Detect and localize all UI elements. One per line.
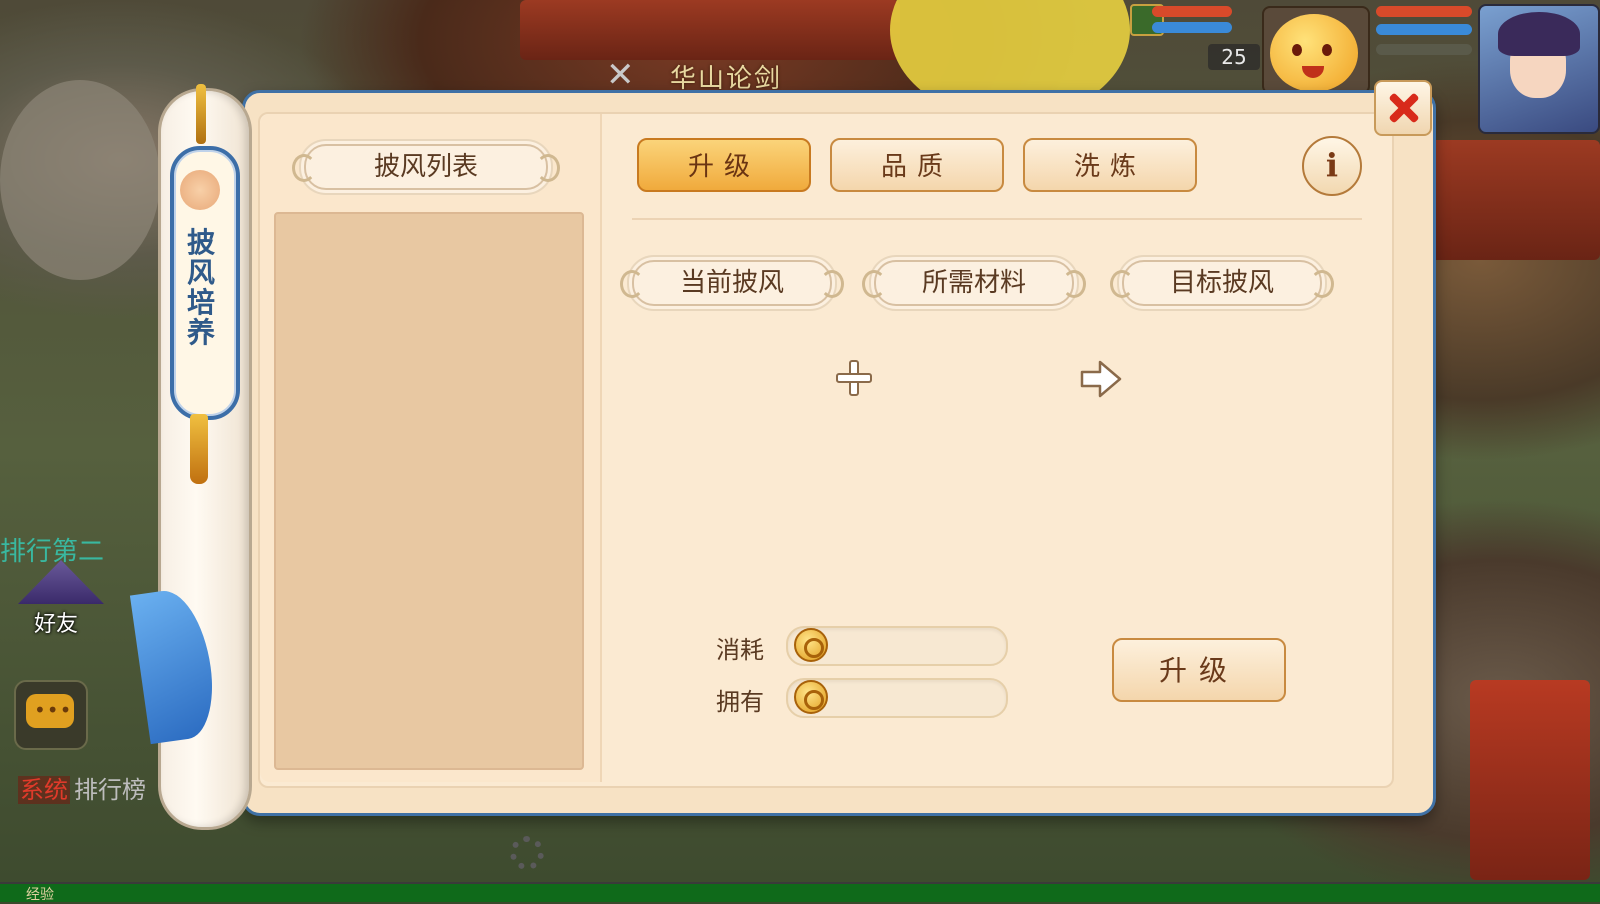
system-message: 系统 排行榜 (18, 770, 146, 805)
cloak-list[interactable] (274, 212, 584, 770)
system-message-text: 排行榜 (74, 776, 146, 804)
close-icon[interactable] (1374, 80, 1432, 136)
pet-portrait[interactable] (1262, 6, 1370, 94)
tassel-ornament (190, 414, 208, 484)
hero-hp-bar (1376, 6, 1472, 17)
coin-icon (794, 680, 828, 714)
tab-upgrade[interactable]: 升级 (637, 138, 811, 192)
required-material-label: 所需材料 (862, 260, 1086, 306)
plus-icon (836, 360, 872, 396)
tab-quality[interactable]: 品质 (830, 138, 1004, 192)
pet-face-icon (1270, 14, 1358, 92)
coin-icon (794, 628, 828, 662)
cost-label: 消耗 (716, 636, 764, 664)
pet-mp-bar (1152, 22, 1232, 33)
background-roof (520, 0, 900, 60)
experience-label: 经验 (26, 887, 54, 903)
cloud-emblem-icon (180, 170, 220, 210)
target-cloak-label: 目标披风 (1110, 260, 1334, 306)
friend-label: 好友 (34, 612, 79, 637)
tab-refine[interactable]: 洗炼 (1023, 138, 1197, 192)
cloak-list-title: 披风列表 (292, 144, 560, 190)
system-tag: 系统 (18, 776, 70, 804)
own-label: 拥有 (716, 688, 764, 716)
friend-hat-icon (18, 560, 104, 604)
hero-exp-bar (1376, 44, 1472, 55)
current-cloak-label: 当前披风 (620, 260, 844, 306)
side-tab-title: 披风培养 (186, 226, 215, 349)
upgrade-button[interactable]: 升级 (1112, 638, 1286, 702)
scroll-ornament (196, 84, 206, 144)
hero-portrait[interactable] (1478, 4, 1600, 134)
friend-button[interactable]: 好友 (18, 560, 104, 640)
info-button[interactable]: i (1302, 136, 1362, 196)
gear-icon[interactable] (510, 836, 544, 870)
background-gate (1470, 680, 1590, 880)
crossed-swords-icon: ✕ (606, 55, 635, 95)
hero-mp-bar (1376, 24, 1472, 35)
chat-button[interactable] (14, 680, 88, 750)
background-statue (0, 80, 160, 280)
experience-bar (0, 882, 1600, 902)
arrow-right-icon (1080, 360, 1122, 398)
pet-level: 25 (1208, 44, 1260, 70)
chat-bubble-icon (26, 694, 74, 728)
pet-hp-bar (1152, 6, 1232, 17)
header-divider (632, 218, 1362, 220)
